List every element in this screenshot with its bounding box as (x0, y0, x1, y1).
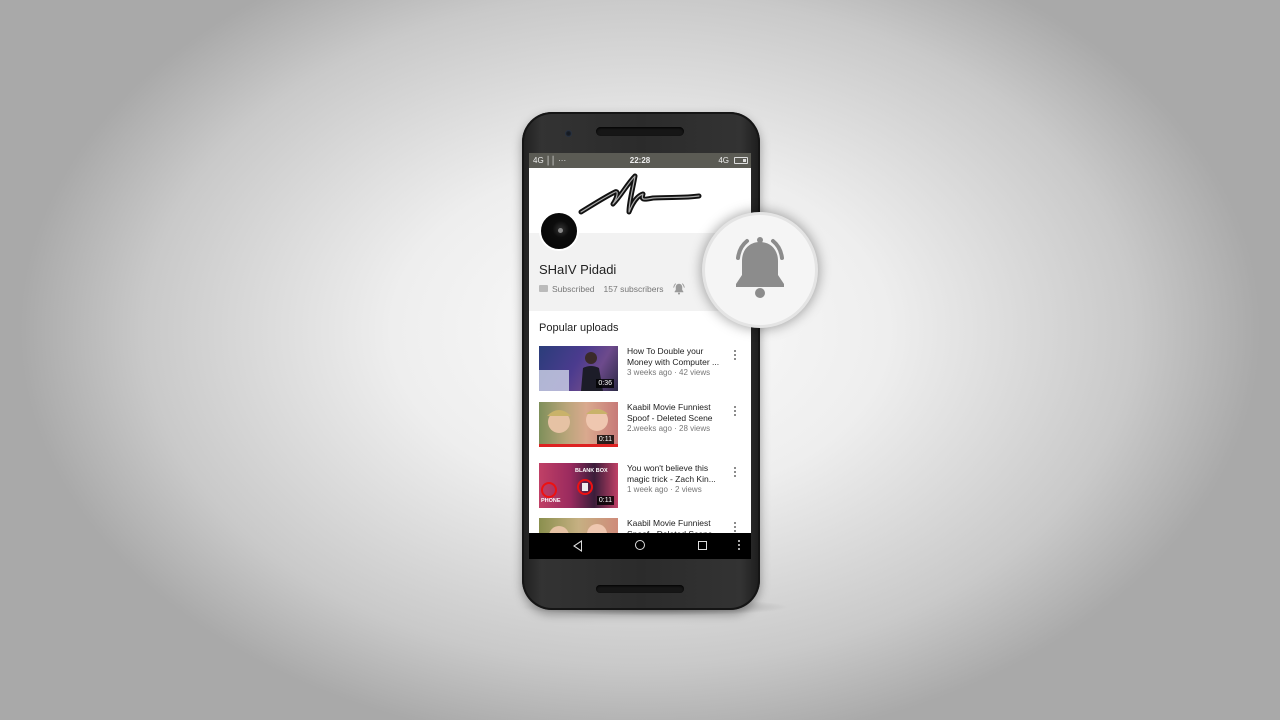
more-vert-icon[interactable] (732, 348, 738, 362)
subscriber-count: 157 subscribers (603, 284, 664, 294)
video-item[interactable]: 0:11 Kaabil Movie Funniest Spoof - Delet… (539, 402, 749, 450)
video-meta: 1 week ago · 2 views (627, 485, 702, 494)
bell-callout (705, 215, 815, 325)
more-vert-icon[interactable] (732, 520, 738, 534)
phone-earpiece (596, 127, 684, 136)
channel-name: SHaIV Pidadi (539, 262, 617, 277)
channel-avatar[interactable] (539, 211, 579, 251)
video-meta: 3 weeks ago · 42 views (627, 368, 711, 377)
video-title[interactable]: You won't believe this magic trick - Zac… (627, 463, 721, 484)
video-item[interactable]: BLANK BOX PHONE 0:11 You won't believe t… (539, 463, 749, 511)
section-title: Popular uploads (539, 322, 619, 334)
android-nav-bar (529, 533, 751, 559)
video-thumbnail[interactable]: 0:11 (539, 402, 618, 447)
more-vert-icon[interactable] (732, 404, 738, 418)
subscribe-icon (539, 285, 548, 293)
more-vert-icon[interactable] (732, 465, 738, 479)
video-thumbnail[interactable]: BLANK BOX PHONE 0:11 (539, 463, 618, 508)
bell-icon[interactable] (672, 282, 686, 296)
battery-icon (734, 157, 748, 164)
phone-screen: 4G ││ ··· 22:28 4G SHaIV Pidadi Subscrib… (529, 153, 751, 559)
video-duration: 0:11 (596, 435, 614, 444)
status-network: 4G (718, 156, 729, 165)
video-duration: 0:11 (596, 496, 614, 505)
thumbnail-label: BLANK BOX (575, 468, 608, 474)
front-camera (565, 130, 572, 137)
video-duration: 0:36 (596, 379, 614, 388)
bell-icon (736, 237, 784, 298)
video-item[interactable]: 0:36 How To Double your Money with Compu… (539, 346, 749, 394)
subscribe-status[interactable]: Subscribed (552, 284, 595, 294)
phone-speaker (596, 585, 684, 593)
thumbnail-label: PHONE (541, 498, 561, 504)
subscription-row: Subscribed 157 subscribers (539, 284, 664, 294)
back-icon[interactable] (573, 540, 582, 552)
video-meta: 2 weeks ago · 28 views (627, 424, 711, 433)
recents-icon[interactable] (698, 541, 707, 550)
video-title[interactable]: How To Double your Money with Computer .… (627, 346, 721, 367)
video-thumbnail[interactable]: 0:36 (539, 346, 618, 391)
home-icon[interactable] (635, 540, 645, 550)
status-bar: 4G ││ ··· 22:28 4G (529, 153, 751, 168)
more-vert-icon[interactable] (738, 540, 741, 552)
